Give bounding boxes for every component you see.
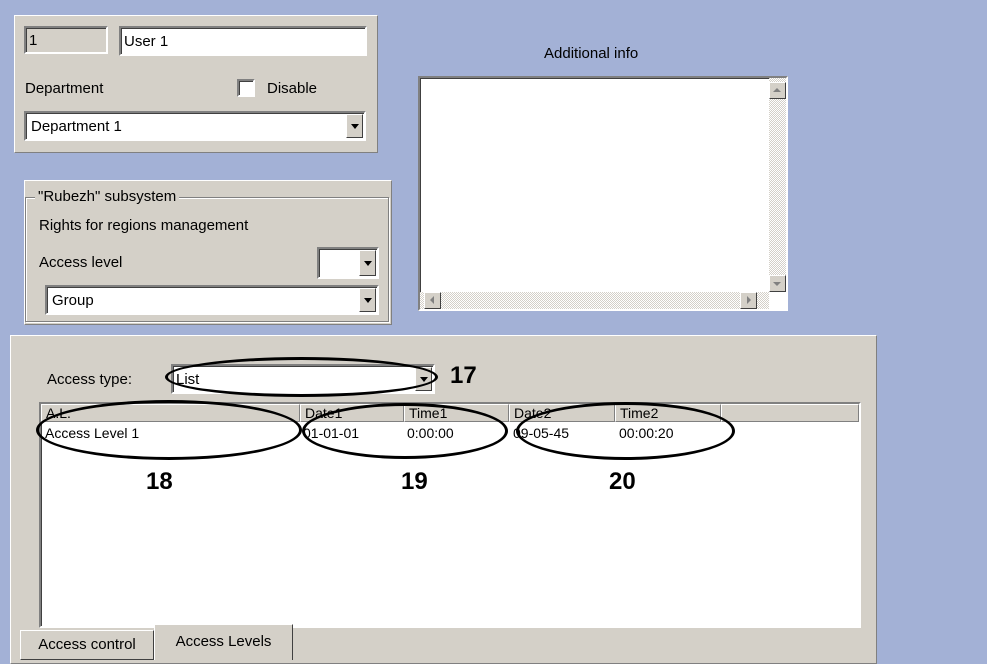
column-header-filler <box>721 404 859 422</box>
rights-label: Rights for regions management <box>39 217 249 234</box>
user-name-field[interactable]: User 1 <box>119 26 367 56</box>
tab-access-levels[interactable]: Access Levels <box>154 624 293 660</box>
column-header-time2[interactable]: Time2 <box>615 404 721 422</box>
scroll-right-icon[interactable] <box>740 292 757 309</box>
cell-time1: 0:00:00 <box>407 425 454 441</box>
user-panel: 1 User 1 Department Disable Department 1 <box>14 15 378 153</box>
column-header-date2[interactable]: Date2 <box>509 404 615 422</box>
horizontal-scrollbar[interactable] <box>420 292 769 309</box>
access-type-select-value: List <box>176 371 200 388</box>
additional-info-label: Additional info <box>544 45 639 62</box>
scroll-left-icon[interactable] <box>424 292 441 309</box>
tab-access-control[interactable]: Access control <box>20 630 154 660</box>
table-row[interactable]: Access Level 1 01-01-01 0:00:00 09-05-45… <box>41 422 859 444</box>
access-panel: Access type: List A.L. Date1 Time1 Date2… <box>10 335 877 664</box>
department-label: Department <box>25 80 104 97</box>
chevron-down-icon[interactable] <box>359 288 376 312</box>
chevron-down-icon[interactable] <box>359 250 376 276</box>
user-id-field[interactable]: 1 <box>24 26 108 54</box>
group-select[interactable]: Group <box>45 285 379 315</box>
callout-18: 18 <box>146 468 173 495</box>
cell-date2: 09-05-45 <box>513 425 570 441</box>
rubezh-panel: "Rubezh" subsystem Rights for regions ma… <box>24 180 392 325</box>
callout-17: 17 <box>450 362 477 389</box>
department-select[interactable]: Department 1 <box>24 111 366 141</box>
callout-20: 20 <box>609 468 636 495</box>
access-type-select[interactable]: List <box>171 364 435 394</box>
group-select-value: Group <box>52 292 94 309</box>
access-type-label: Access type: <box>47 371 133 388</box>
additional-info-textarea[interactable] <box>418 76 788 311</box>
scroll-down-icon[interactable] <box>769 275 786 292</box>
cell-time2: 00:00:20 <box>619 425 674 441</box>
cell-al: Access Level 1 <box>45 425 140 441</box>
vertical-scrollbar[interactable] <box>769 78 786 292</box>
access-level-label: Access level <box>39 254 123 271</box>
scroll-up-icon[interactable] <box>769 82 786 99</box>
department-select-value: Department 1 <box>31 118 122 135</box>
column-header-al[interactable]: A.L. <box>41 404 300 422</box>
callout-19: 19 <box>401 468 428 495</box>
access-levels-table: A.L. Date1 Time1 Date2 Time2 Access Leve… <box>39 402 861 628</box>
column-header-date1[interactable]: Date1 <box>300 404 404 422</box>
disable-checkbox[interactable] <box>237 79 255 97</box>
chevron-down-icon[interactable] <box>346 114 363 138</box>
access-level-select[interactable] <box>317 247 379 279</box>
column-header-time1[interactable]: Time1 <box>404 404 509 422</box>
cell-date1: 01-01-01 <box>303 425 360 441</box>
disable-label[interactable]: Disable <box>267 81 317 96</box>
rubezh-group-title: "Rubezh" subsystem <box>35 189 180 204</box>
chevron-down-icon[interactable] <box>415 367 432 391</box>
